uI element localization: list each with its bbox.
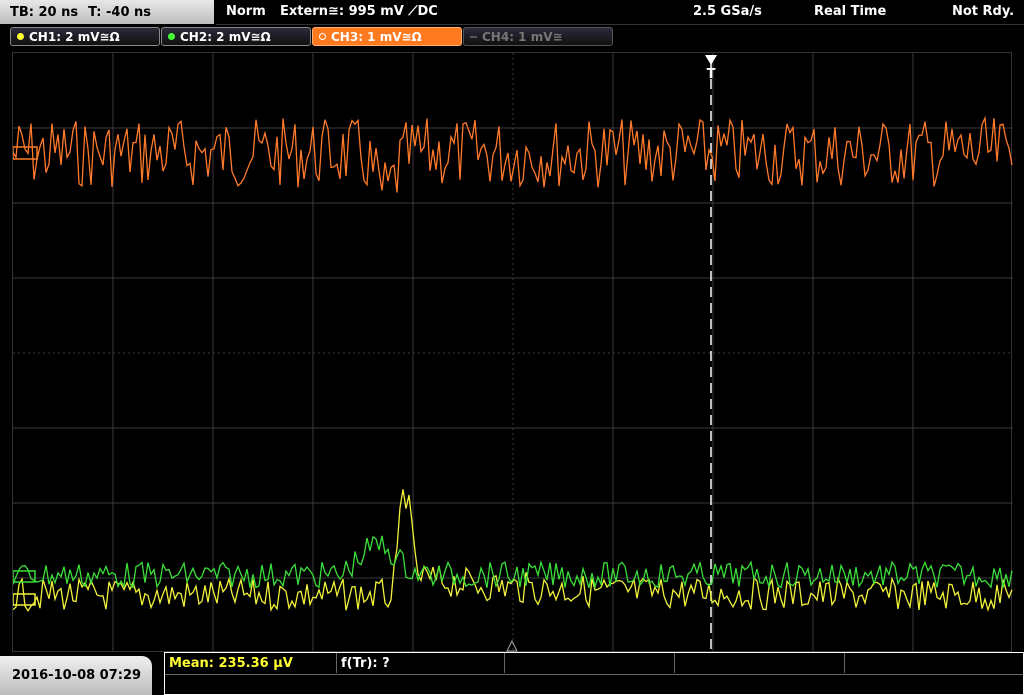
- channel-2-button[interactable]: CH2: 2 mV≅Ω: [161, 27, 311, 46]
- acquisition-mode-label: Real Time: [814, 4, 887, 19]
- ch2-label: CH2: 2 mV≅Ω: [180, 29, 271, 44]
- ch4-dash-icon: [470, 35, 477, 38]
- datetime-label: 2016-10-08 07:29: [12, 668, 142, 683]
- ch3-label: CH3: 1 mV≅Ω: [331, 29, 422, 44]
- ch3-dot-icon: [319, 33, 326, 40]
- empty-measurement-slot: [505, 653, 675, 673]
- ch1-waveform: [13, 489, 1013, 613]
- sample-rate-label: 2.5 GSa/s: [693, 4, 762, 19]
- empty-measurement-slot: [675, 653, 845, 673]
- acquisition-status: Norm Extern≅: 995 mV ⟋DC 2.5 GSa/s Real …: [216, 0, 1024, 25]
- channel-4-button[interactable]: CH4: 1 mV≅: [463, 27, 613, 46]
- empty-measurement-slot: [845, 653, 1023, 673]
- ch1-label: CH1: 2 mV≅Ω: [29, 29, 120, 44]
- timebase-label: TB: 20 ns: [10, 4, 79, 20]
- channel-bar: CH1: 2 mV≅Ω CH2: 2 mV≅Ω CH3: 1 mV≅Ω CH4:…: [0, 25, 1024, 47]
- ch2-dot-icon: [168, 33, 175, 40]
- trigger-position-icon[interactable]: [705, 55, 717, 65]
- ch4-label: CH4: 1 mV≅: [482, 29, 563, 44]
- channel-3-button[interactable]: CH3: 1 mV≅Ω: [312, 27, 462, 46]
- timebase-box[interactable]: TB: 20 ns T: -40 ns: [0, 0, 214, 24]
- graticule: [13, 53, 1013, 653]
- center-marker-icon: [506, 639, 518, 652]
- waveform-svg: T: [13, 53, 1013, 653]
- trigger-time-label: T: -40 ns: [88, 4, 152, 20]
- waveform-display[interactable]: T: [12, 52, 1013, 653]
- trigger-marker-label: T: [707, 67, 716, 82]
- run-state-label: Not Rdy.: [952, 4, 1015, 19]
- measurement-divider: [165, 674, 1023, 675]
- trigger-source-label[interactable]: Extern≅: 995 mV ⟋DC: [280, 4, 438, 19]
- measurement-panel[interactable]: Mean: 235.36 µV f(Tr): ?: [164, 652, 1024, 695]
- trigger-mode-label[interactable]: Norm: [226, 4, 266, 19]
- mean-measurement[interactable]: Mean: 235.36 µV: [165, 653, 337, 673]
- channel-1-button[interactable]: CH1: 2 mV≅Ω: [10, 27, 160, 46]
- ch1-dot-icon: [17, 33, 24, 40]
- top-status-bar: TB: 20 ns T: -40 ns Norm Extern≅: 995 mV…: [0, 0, 1024, 25]
- frequency-measurement[interactable]: f(Tr): ?: [337, 653, 505, 673]
- datetime-box: 2016-10-08 07:29: [0, 656, 152, 695]
